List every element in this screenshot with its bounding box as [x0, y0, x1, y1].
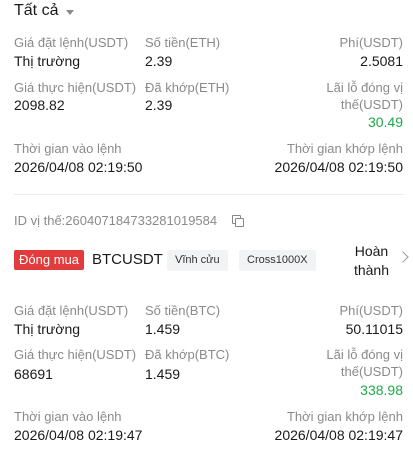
- fee-value: 50.11015: [345, 321, 403, 337]
- caret-down-icon: [66, 9, 75, 15]
- filled-label: Đã khớp(ETH): [145, 80, 230, 95]
- filled-value: 1.459: [145, 366, 181, 382]
- filter-dropdown[interactable]: Tất cả: [14, 2, 75, 20]
- pnl-label-line2: thế(USDT): [340, 97, 403, 112]
- copy-icon[interactable]: [232, 215, 244, 227]
- pnl-value: 30.49: [367, 114, 403, 130]
- match-time-value: 2026/04/08 02:19:47: [274, 427, 403, 443]
- status-line1: Hoàn: [354, 243, 389, 259]
- position-id: ID vị thế:260407184733281019584: [14, 213, 218, 228]
- open-time-label: Thời gian vào lệnh: [14, 141, 122, 156]
- match-time-value: 2026/04/08 02:19:50: [274, 159, 403, 175]
- fee-label: Phí(USDT): [339, 303, 403, 318]
- pnl-label-line1: Lãi lỗ đóng vị: [326, 80, 403, 95]
- exec-price-value: 2098.82: [14, 97, 65, 113]
- pnl-value: 338.98: [360, 382, 403, 398]
- exec-price-label: Giá thực hiện(USDT): [14, 80, 137, 95]
- amount-label: Số tiền(ETH): [145, 35, 221, 50]
- fee-label: Phí(USDT): [339, 35, 403, 50]
- margin-leverage-tag: Cross1000X: [239, 250, 316, 271]
- amount-value: 2.39: [145, 53, 173, 69]
- filled-value: 2.39: [145, 97, 173, 113]
- order-status: Hoàn thành: [354, 242, 389, 280]
- chevron-right-icon[interactable]: [397, 251, 409, 263]
- fee-value: 2.5081: [360, 53, 403, 69]
- match-time-label: Thời gian khớp lệnh: [286, 409, 403, 424]
- pnl-label-line1: Lãi lỗ đóng vị: [326, 347, 403, 362]
- amount-label: Số tiền(BTC): [145, 303, 221, 318]
- order-price-label: Giá đặt lệnh(USDT): [14, 303, 129, 318]
- filled-label: Đã khớp(BTC): [145, 347, 230, 362]
- exec-price-label: Giá thực hiện(USDT): [14, 347, 137, 362]
- side-badge: Đóng mua: [14, 250, 84, 270]
- open-time-value: 2026/04/08 02:19:47: [14, 427, 143, 443]
- open-time-label: Thời gian vào lệnh: [14, 409, 122, 424]
- filter-label: Tất cả: [14, 2, 59, 19]
- match-time-label: Thời gian khớp lệnh: [286, 141, 403, 156]
- status-line2: thành: [353, 262, 389, 278]
- order-price-value: Thị trường: [14, 53, 81, 69]
- open-time-value: 2026/04/08 02:19:50: [14, 159, 143, 175]
- symbol: BTCUSDT: [92, 251, 163, 268]
- exec-price-value: 68691: [14, 366, 53, 382]
- contract-type-tag: Vĩnh cửu: [167, 250, 228, 271]
- order-price-label: Giá đặt lệnh(USDT): [14, 35, 129, 50]
- order-price-value: Thị trường: [14, 321, 81, 337]
- amount-value: 1.459: [145, 321, 181, 337]
- divider: [14, 194, 404, 195]
- pnl-label-line2: thế(USDT): [340, 364, 403, 379]
